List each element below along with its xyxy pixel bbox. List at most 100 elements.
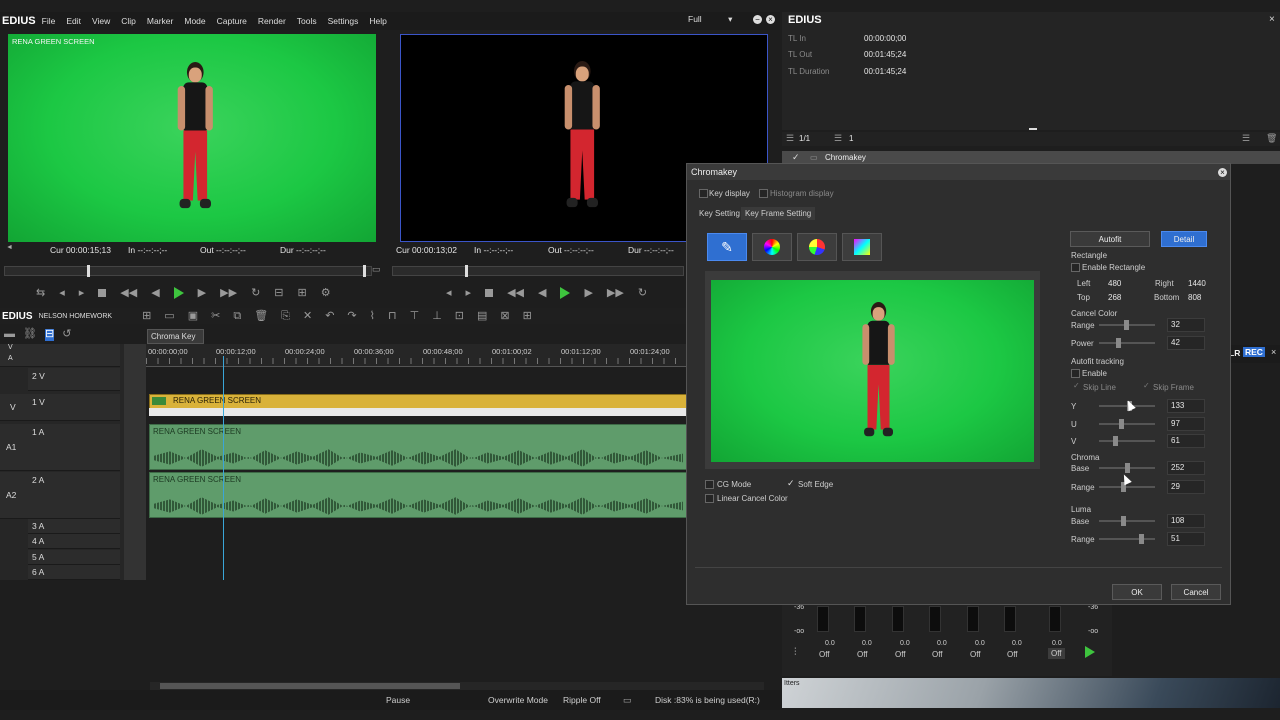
track-1a[interactable]: A1 1 A [0,424,120,471]
razor-icon[interactable]: ⌇ [370,310,375,322]
track-3a[interactable]: 3 A [28,519,120,534]
chroma-base-field[interactable]: 252 [1167,461,1205,475]
timeline-cursor[interactable] [223,356,224,580]
dialog-close-icon[interactable]: × [1218,167,1227,177]
skip-line-checkbox[interactable]: ✓ [1073,381,1080,390]
cancel-range-field[interactable]: 32 [1167,318,1205,332]
detail-button[interactable]: Detail [1161,231,1207,247]
step-forward-button[interactable]: ▶ [198,287,206,299]
luma-range-field[interactable]: 51 [1167,532,1205,546]
luma-base-field[interactable]: 108 [1167,514,1205,528]
channel-state[interactable]: Off [1048,648,1065,659]
open-icon[interactable]: ▭ [164,310,174,322]
power-slider[interactable] [1099,338,1155,348]
player-monitor[interactable]: RENA GREEN SCREEN [8,34,376,242]
track-2v[interactable]: 2 V [28,368,120,391]
u-field[interactable]: 97 [1167,417,1205,431]
channel-state[interactable]: Off [819,650,830,659]
track-4a[interactable]: 4 A [28,534,120,549]
player-position-slider[interactable] [4,265,372,277]
menu-marker[interactable]: Marker [147,16,173,26]
tab-key-setting[interactable]: Key Setting [699,209,740,218]
tab-key-frame-setting[interactable]: Key Frame Setting [741,207,816,220]
ok-button[interactable]: OK [1112,584,1162,600]
paste-icon[interactable]: ⎘ [281,310,290,322]
recorder-position-slider[interactable] [392,265,684,277]
timeline-ruler[interactable]: 00:00:00;00 00:00:12;00 00:00:24;00 00:0… [146,344,686,367]
info-close-icon[interactable]: × [1269,14,1275,25]
cancel-range-slider[interactable] [1099,320,1155,330]
histogram-display-checkbox[interactable] [759,189,768,198]
menu-file[interactable]: File [42,16,56,26]
checkbox-icon[interactable]: ✓ [792,152,800,163]
chroma-base-slider[interactable] [1099,463,1155,473]
trash-icon[interactable]: 🗑 [1266,133,1277,144]
tab-chroma-key[interactable]: Chroma Key [147,329,204,344]
hue-tool[interactable] [797,233,837,261]
track-6a[interactable]: 6 A [28,565,120,580]
rec-set-out-icon[interactable]: ▸ [466,287,472,299]
color-picker-tool[interactable]: ✎ [707,233,747,261]
redo-icon[interactable]: ↷ [347,310,356,322]
channel-state[interactable]: Off [1007,650,1018,659]
undo-icon[interactable]: ↶ [325,310,334,322]
rec-play-button[interactable] [560,287,571,299]
link-icon[interactable]: ⛓ [23,329,37,341]
menu-capture[interactable]: Capture [217,16,247,26]
menu-mode[interactable]: Mode [184,16,205,26]
luma-base-slider[interactable] [1099,516,1155,526]
scrollbar-thumb[interactable] [160,683,460,689]
overwrite-icon[interactable]: ⊞ [298,287,307,299]
media-thumbnail[interactable]: Itters [782,678,1280,708]
add-clip-icon[interactable]: ⇆ [36,287,45,299]
top-value[interactable]: 268 [1108,293,1121,302]
split-icon[interactable]: ⊥ [432,310,442,322]
play-button[interactable] [173,287,184,299]
key-preview[interactable] [711,280,1034,462]
recorder-slider-thumb[interactable] [465,265,468,277]
delete-icon[interactable]: 🗑 [254,310,268,322]
right-value[interactable]: 1440 [1188,279,1206,288]
player-slider-thumb[interactable] [87,265,90,277]
chroma-range-field[interactable]: 29 [1167,480,1205,494]
layer-icon[interactable]: ☰ [834,133,842,144]
audio-clip-2[interactable]: RENA GREEN SCREEN [149,472,688,518]
cancel-button[interactable]: Cancel [1171,584,1221,600]
luma-range-slider[interactable] [1099,534,1155,544]
menu-icon[interactable]: ☰ [1242,133,1250,144]
rec-set-in-icon[interactable]: ◂ [446,287,452,299]
left-value[interactable]: 480 [1108,279,1121,288]
skip-frame-checkbox[interactable]: ✓ [1143,381,1150,390]
grid-icon[interactable]: ⊞ [523,310,532,322]
layer-close-icon[interactable]: × [1271,347,1276,357]
minimize-icon[interactable]: − [753,15,762,24]
timeline-scrollbar[interactable] [150,682,764,690]
cut-icon[interactable]: ✂ [211,310,220,322]
v-field[interactable]: 61 [1167,434,1205,448]
ripple-delete-icon[interactable]: ✕ [303,310,312,322]
audio-clip-1[interactable]: RENA GREEN SCREEN [149,424,688,470]
close-icon[interactable]: × [766,15,775,24]
settings-icon[interactable]: ⚙ [321,287,331,299]
dialog-titlebar[interactable]: Chromakey × [687,164,1230,180]
monitor-icon[interactable]: ▭ [623,695,632,706]
menu-view[interactable]: View [92,16,110,26]
channel-state[interactable]: Off [895,650,906,659]
menu-tools[interactable]: Tools [297,16,317,26]
enable-rectangle-checkbox[interactable] [1071,263,1080,272]
video-clip[interactable]: RENA GREEN SCREEN [149,394,688,409]
fast-forward-button[interactable]: ▶▶ [220,287,237,299]
new-sequence-icon[interactable]: ⊞ [142,310,151,322]
tracking-enable-checkbox[interactable] [1071,369,1080,378]
set-in-icon[interactable]: ◂ [59,287,65,299]
save-icon[interactable]: ▣ [188,310,198,322]
menu-edit[interactable]: Edit [66,16,81,26]
render-icon[interactable]: ▤ [477,310,487,322]
list-icon[interactable]: ☰ [786,133,794,144]
gradient-tool[interactable] [842,233,882,261]
quality-select[interactable]: Full ▾ [688,14,738,25]
menu-clip[interactable]: Clip [121,16,136,26]
rec-loop-button[interactable]: ↻ [638,287,647,299]
mixer-icon[interactable]: ⫶ [794,647,797,658]
snapshot-icon[interactable]: ▭ [372,264,381,275]
